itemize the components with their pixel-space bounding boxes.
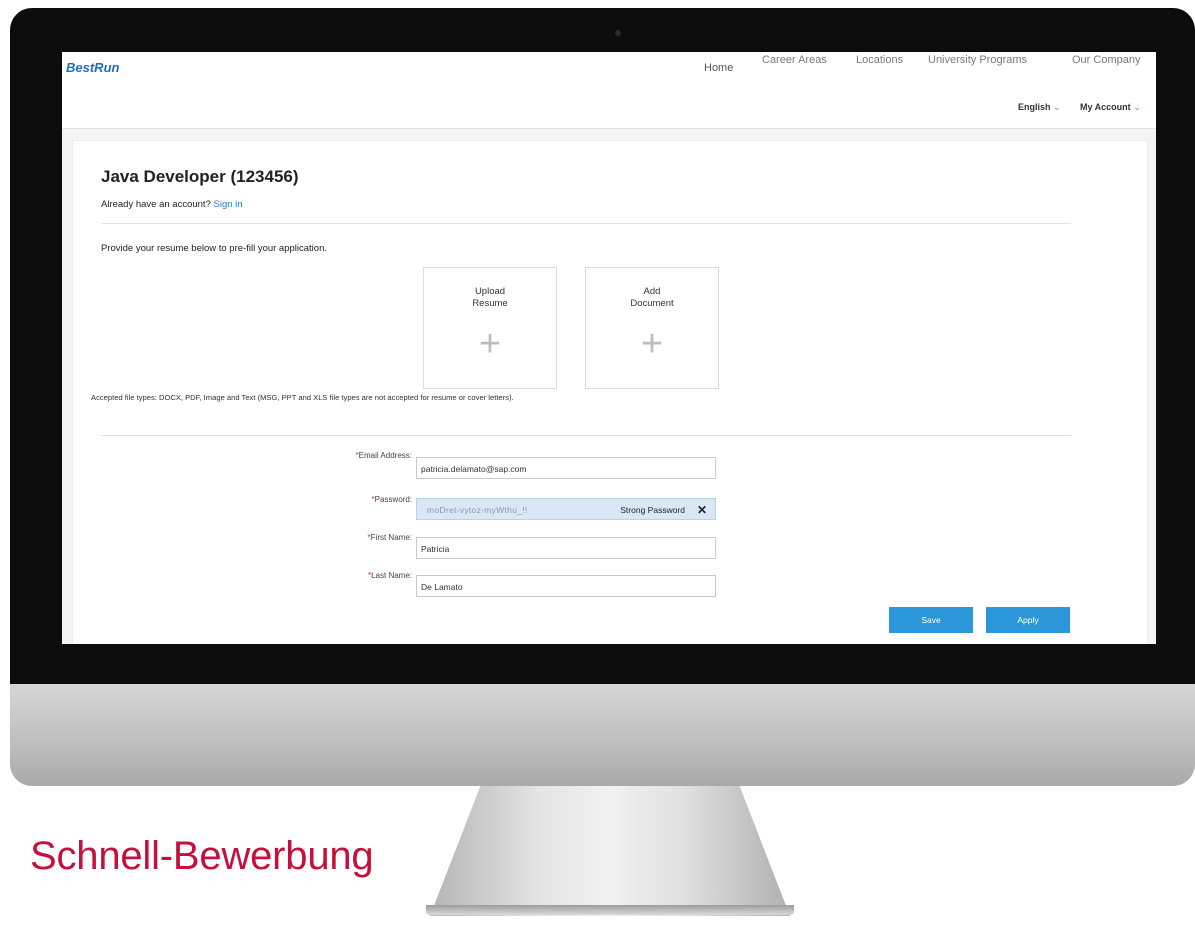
email-label: *Email Address: <box>262 451 412 460</box>
chevron-down-icon: ⌄ <box>1133 102 1141 112</box>
email-field[interactable]: patricia.delamato@sap.com <box>416 457 716 479</box>
already-account-text: Already have an account? <box>101 199 211 210</box>
plus-icon: + <box>478 323 502 365</box>
password-field[interactable]: moDret-vytoz-myWthu_!! Strong Password ✕ <box>416 498 716 520</box>
language-selector[interactable]: English ⌄ <box>1018 102 1061 113</box>
password-strength-indicator: Strong Password <box>620 505 685 515</box>
application-card: Java Developer (123456) Already have an … <box>72 140 1148 644</box>
top-navigation-bar: BestRun Home Career Areas Locations Univ… <box>62 52 1156 129</box>
upload-resume-button[interactable]: Upload Resume + <box>423 267 557 389</box>
account-label: My Account <box>1080 102 1131 112</box>
email-label-text: Email Address: <box>358 451 412 460</box>
my-account-menu[interactable]: My Account ⌄ <box>1080 102 1141 113</box>
monitor-stand <box>430 786 790 916</box>
add-document-label: Add Document <box>630 286 674 309</box>
accepted-file-types: Accepted file types: DOCX, PDF, Image an… <box>91 393 514 402</box>
save-button[interactable]: Save <box>889 607 973 633</box>
caption-title: Schnell-Bewerbung <box>30 834 374 878</box>
nav-locations[interactable]: Locations <box>856 54 903 74</box>
divider <box>101 435 1071 436</box>
close-icon[interactable]: ✕ <box>697 499 707 521</box>
screen: BestRun Home Career Areas Locations Univ… <box>62 52 1156 644</box>
first-name-label-text: First Name: <box>370 533 412 542</box>
password-value: moDret-vytoz-myWthu_!! <box>427 505 528 515</box>
chevron-down-icon: ⌄ <box>1053 102 1061 112</box>
last-name-label-text: Last Name: <box>371 571 412 580</box>
nav-home[interactable]: Home <box>704 62 733 82</box>
last-name-label: *Last Name: <box>262 571 412 580</box>
password-label-text: Password: <box>374 495 412 504</box>
nav-our-company[interactable]: Our Company <box>1072 54 1140 74</box>
nav-university-programs[interactable]: University Programs <box>928 54 1027 74</box>
apply-button[interactable]: Apply <box>986 607 1070 633</box>
page-title: Java Developer (123456) <box>101 167 299 186</box>
add-document-button[interactable]: Add Document + <box>585 267 719 389</box>
upload-resume-label: Upload Resume <box>472 286 508 309</box>
language-label: English <box>1018 102 1051 112</box>
plus-icon: + <box>640 323 664 365</box>
sign-in-prompt: Already have an account? Sign in <box>101 199 243 210</box>
first-name-label: *First Name: <box>262 533 412 542</box>
company-logo[interactable]: BestRun <box>66 60 119 75</box>
camera-icon <box>615 30 621 36</box>
sign-in-link[interactable]: Sign in <box>214 199 243 210</box>
monitor-chin <box>10 684 1195 786</box>
last-name-field[interactable]: De Lamato <box>416 575 716 597</box>
password-label: *Password: <box>262 495 412 504</box>
resume-intro: Provide your resume below to pre-fill yo… <box>101 243 327 254</box>
nav-career-areas[interactable]: Career Areas <box>762 54 827 74</box>
monitor-stand-base <box>426 905 794 915</box>
divider <box>101 223 1071 224</box>
first-name-field[interactable]: Patricia <box>416 537 716 559</box>
